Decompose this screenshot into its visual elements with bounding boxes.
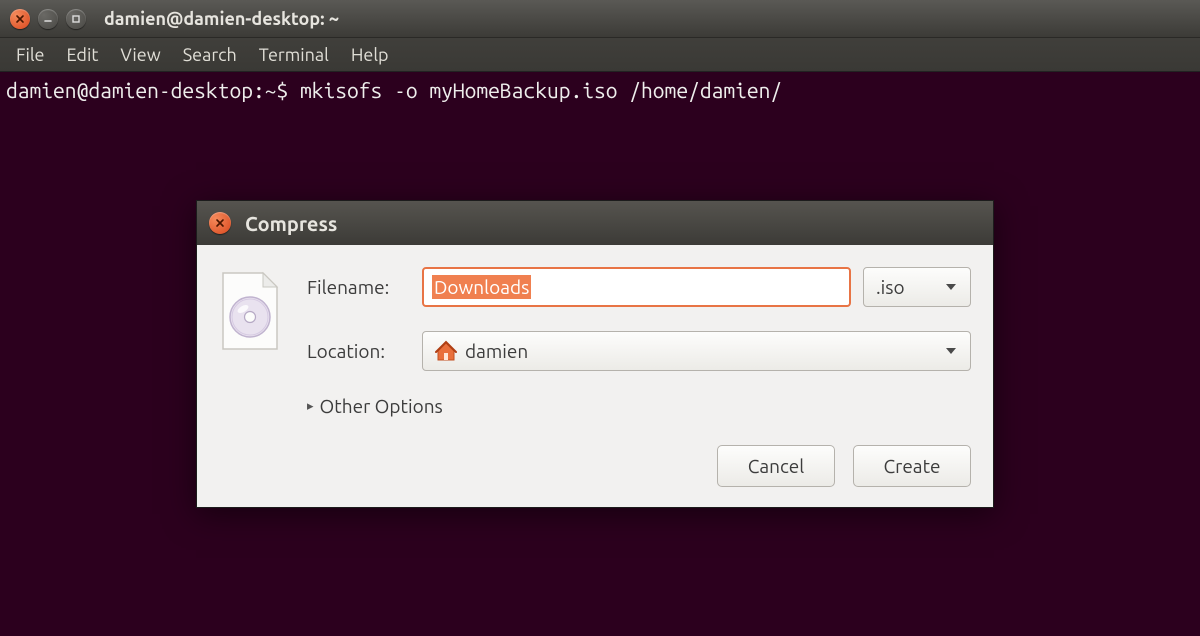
- terminal-prompt: damien@damien-desktop:~$: [6, 78, 300, 102]
- menu-file[interactable]: File: [6, 41, 55, 69]
- create-button[interactable]: Create: [853, 445, 971, 487]
- close-icon: [15, 14, 25, 24]
- cancel-button-label: Cancel: [748, 455, 805, 477]
- dialog-close-button[interactable]: [209, 212, 231, 234]
- terminal-command: mkisofs -o myHomeBackup.iso /home/damien…: [300, 78, 782, 102]
- create-button-label: Create: [883, 455, 940, 477]
- window-title: damien@damien-desktop: ~: [104, 9, 339, 29]
- terminal-output[interactable]: damien@damien-desktop:~$ mkisofs -o myHo…: [0, 72, 1200, 108]
- menu-search[interactable]: Search: [173, 41, 247, 69]
- extension-value: .iso: [876, 276, 905, 298]
- menu-terminal[interactable]: Terminal: [249, 41, 339, 69]
- home-icon: [435, 340, 457, 362]
- menu-edit[interactable]: Edit: [57, 41, 109, 69]
- menu-view[interactable]: View: [110, 41, 170, 69]
- dialog-titlebar: Compress: [197, 201, 993, 245]
- close-window-button[interactable]: [10, 9, 30, 29]
- location-value: damien: [465, 340, 528, 362]
- window-controls: [10, 9, 86, 29]
- compress-dialog: Compress Filename: Downloads: [196, 200, 994, 508]
- dialog-title: Compress: [245, 212, 337, 235]
- minimize-window-button[interactable]: [38, 9, 58, 29]
- close-icon: [215, 218, 225, 228]
- iso-file-icon: [219, 267, 289, 487]
- filename-value: Downloads: [432, 275, 531, 299]
- chevron-down-icon: [944, 276, 958, 298]
- minimize-icon: [43, 14, 53, 24]
- dialog-button-row: Cancel Create: [307, 445, 971, 487]
- cancel-button[interactable]: Cancel: [717, 445, 835, 487]
- maximize-icon: [71, 14, 81, 24]
- location-select[interactable]: damien: [422, 331, 971, 371]
- chevron-down-icon: [944, 340, 958, 362]
- menu-help[interactable]: Help: [341, 41, 399, 69]
- dialog-body: Filename: Downloads .iso Location:: [197, 245, 993, 507]
- other-options-label: Other Options: [320, 395, 443, 417]
- other-options-expander[interactable]: ▸ Other Options: [307, 395, 971, 417]
- filename-label: Filename:: [307, 276, 422, 298]
- filename-input[interactable]: Downloads: [422, 267, 851, 307]
- extension-select[interactable]: .iso: [863, 267, 971, 307]
- maximize-window-button[interactable]: [66, 9, 86, 29]
- terminal-menubar: File Edit View Search Terminal Help: [0, 38, 1200, 72]
- location-label: Location:: [307, 340, 422, 362]
- terminal-titlebar: damien@damien-desktop: ~: [0, 0, 1200, 38]
- triangle-right-icon: ▸: [307, 399, 314, 414]
